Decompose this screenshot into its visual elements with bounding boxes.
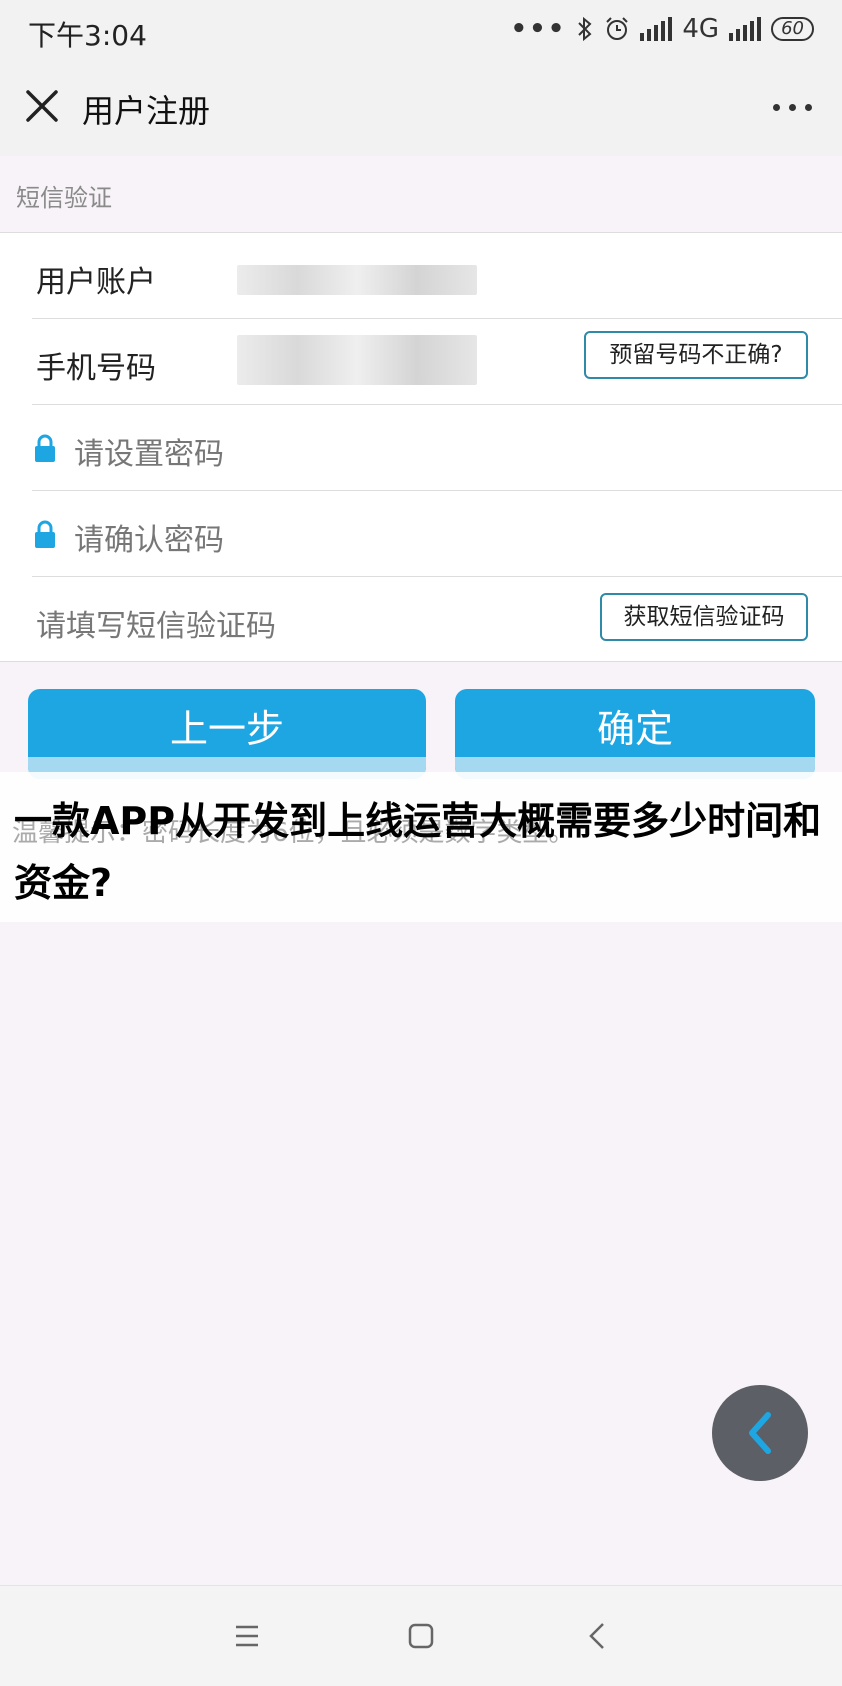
account-row: 用户账户 (32, 233, 842, 319)
page-title: 用户注册 (82, 92, 211, 130)
sms-code-input[interactable]: 请填写短信验证码 (36, 601, 276, 645)
system-nav-bar (0, 1585, 842, 1686)
password-input[interactable]: 请设置密码 (74, 429, 224, 473)
phone-value-redacted (237, 335, 477, 385)
sms-code-row[interactable]: 请填写短信验证码 获取短信验证码 (32, 577, 842, 662)
status-icons: ••• 4G 60 (511, 14, 814, 44)
status-time: 下午3:04 (28, 19, 147, 52)
confirm-password-row[interactable]: 请确认密码 (32, 491, 842, 577)
bluetooth-icon (578, 16, 592, 42)
account-label: 用户账户 (36, 265, 156, 300)
phone-label: 手机号码 (36, 351, 156, 386)
confirm-button[interactable]: 确定 (455, 689, 815, 779)
section-label: 短信验证 (16, 184, 112, 212)
chevron-left-icon (749, 1412, 771, 1454)
home-icon[interactable] (408, 1622, 434, 1650)
account-value-redacted (237, 265, 477, 295)
more-icon[interactable] (773, 104, 812, 111)
status-bar: 下午3:04 ••• 4G 60 (0, 0, 842, 60)
alarm-icon (606, 17, 629, 40)
confirm-password-input[interactable]: 请确认密码 (74, 515, 224, 559)
back-icon[interactable] (588, 1622, 606, 1650)
signal-icon-2 (729, 17, 762, 41)
battery-icon: 60 (771, 17, 814, 41)
phone-row: 手机号码 预留号码不正确? (32, 319, 842, 405)
registration-form: 用户账户 手机号码 预留号码不正确? 请设置密码 请确认密码 请填写短信验证码 … (0, 232, 842, 662)
title-bar: 用户注册 (0, 60, 842, 156)
floating-back-button[interactable] (712, 1385, 808, 1481)
network-type: 4G (682, 14, 720, 44)
lock-icon (35, 434, 55, 462)
lock-icon (35, 520, 55, 548)
menu-icon[interactable] (234, 1624, 260, 1648)
close-icon[interactable] (22, 86, 62, 126)
prev-step-button[interactable]: 上一步 (28, 689, 426, 779)
get-sms-code-button[interactable]: 获取短信验证码 (600, 593, 808, 641)
headline-overlay: 一款APP从开发到上线运营大概需要多少时间和资金? (14, 799, 822, 905)
password-row[interactable]: 请设置密码 (32, 405, 842, 491)
phone-wrong-button[interactable]: 预留号码不正确? (584, 331, 808, 379)
notification-dots-icon: ••• (510, 14, 567, 44)
signal-icon (640, 17, 673, 41)
